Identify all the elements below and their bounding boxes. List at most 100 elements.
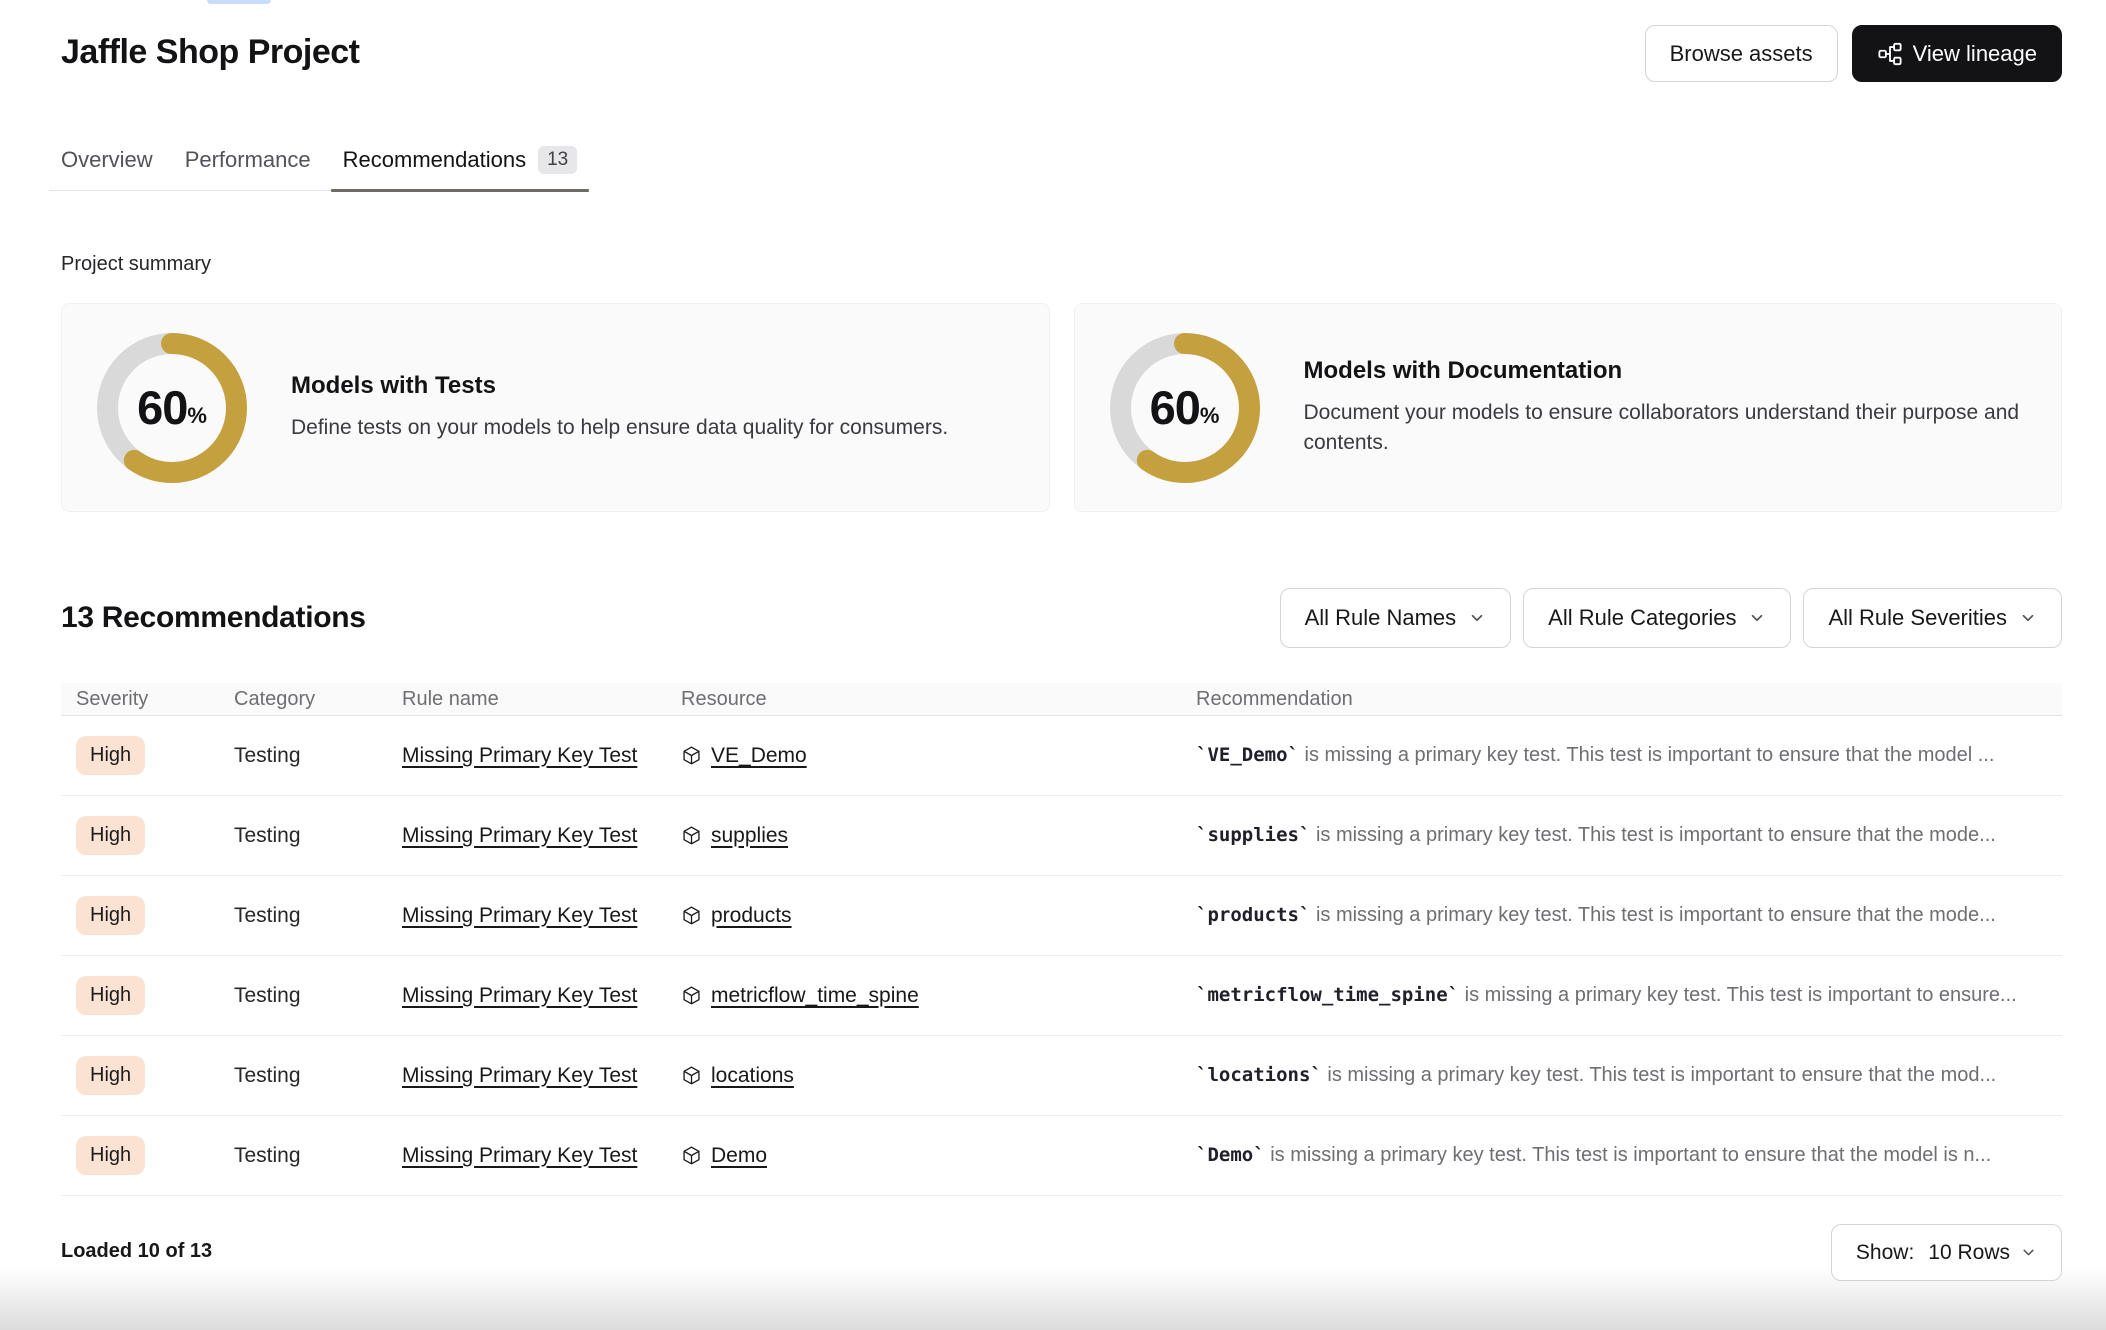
model-cube-icon (681, 745, 702, 766)
rule-name-link[interactable]: Missing Primary Key Test (402, 1144, 637, 1167)
model-cube-icon (681, 985, 702, 1006)
recommendation-text: is missing a primary key test. This test… (1459, 984, 2017, 1006)
page: Jaffle Shop Project Browse assets View (0, 0, 2106, 1330)
recommendation-code: `locations` (1196, 1064, 1322, 1086)
recommendation-cell: `metricflow_time_spine` is missing a pri… (1196, 984, 2062, 1007)
model-cube-icon (681, 905, 702, 926)
recommendation-text: is missing a primary key test. This test… (1265, 1144, 1992, 1166)
tab-recommendations[interactable]: Recommendations 13 (331, 146, 590, 190)
rule-categories-filter-dropdown[interactable]: All Rule Categories (1523, 588, 1791, 648)
rule-names-filter-dropdown[interactable]: All Rule Names (1280, 588, 1512, 648)
recommendation-text: is missing a primary key test. This test… (1299, 744, 1994, 766)
category-cell: Testing (234, 984, 402, 1008)
recommendation-text: is missing a primary key test. This test… (1322, 1064, 1996, 1086)
filter-bar: All Rule Names All Rule Categories All R… (1280, 588, 2062, 648)
severity-badge: High (76, 896, 145, 935)
tab-overview-label: Overview (61, 147, 153, 173)
tab-recommendations-label: Recommendations (343, 147, 526, 173)
browse-assets-label: Browse assets (1670, 41, 1813, 67)
card-description: Define tests on your models to help ensu… (291, 413, 948, 443)
resource-link[interactable]: Demo (711, 1144, 767, 1168)
category-cell: Testing (234, 1144, 402, 1168)
recommendation-cell: `supplies` is missing a primary key test… (1196, 824, 2062, 847)
severity-badge: High (76, 1136, 145, 1175)
model-cube-icon (681, 825, 702, 846)
column-header-resource: Resource (681, 688, 1196, 711)
column-header-recommendation: Recommendation (1196, 688, 2062, 711)
table-row: High Testing Missing Primary Key Test (61, 796, 2062, 876)
chevron-down-icon (1748, 609, 1766, 627)
severity-badge: High (76, 976, 145, 1015)
severity-badge: High (76, 736, 145, 775)
view-lineage-button[interactable]: View lineage (1852, 25, 2062, 82)
column-header-category: Category (234, 688, 402, 711)
recommendation-code: `metricflow_time_spine` (1196, 984, 1459, 1006)
column-header-rule-name: Rule name (402, 688, 681, 711)
recommendation-cell: `Demo` is missing a primary key test. Th… (1196, 1144, 2062, 1167)
table-row: High Testing Missing Primary Key Test (61, 716, 2062, 796)
rule-name-link[interactable]: Missing Primary Key Test (402, 904, 637, 927)
table-row: High Testing Missing Primary Key Test (61, 1036, 2062, 1116)
view-lineage-label: View lineage (1913, 41, 2037, 67)
chevron-down-icon (2020, 1244, 2037, 1261)
rule-severities-filter-dropdown[interactable]: All Rule Severities (1803, 588, 2062, 648)
rule-name-link[interactable]: Missing Primary Key Test (402, 744, 637, 767)
table-row: High Testing Missing Primary Key Test (61, 1116, 2062, 1196)
rule-name-link[interactable]: Missing Primary Key Test (402, 824, 637, 847)
recommendations-count-badge: 13 (538, 146, 577, 174)
rows-per-page-dropdown[interactable]: Show: 10 Rows (1831, 1224, 2062, 1281)
rule-name-link[interactable]: Missing Primary Key Test (402, 984, 637, 1007)
tab-performance-label: Performance (185, 147, 311, 173)
chevron-down-icon (1468, 609, 1486, 627)
table-row: High Testing Missing Primary Key Test (61, 956, 2062, 1036)
recommendation-cell: `VE_Demo` is missing a primary key test.… (1196, 744, 2062, 767)
models-with-documentation-card: 60 % Models with Documentation Document … (1074, 303, 2063, 512)
donut-percent-label: 60 % (97, 333, 247, 483)
recommendations-heading: 13 Recommendations (61, 601, 366, 635)
project-summary-label: Project summary (61, 253, 2062, 276)
recommendation-cell: `locations` is missing a primary key tes… (1196, 1064, 2062, 1087)
loaded-count-label: Loaded 10 of 13 (61, 1240, 212, 1263)
column-header-severity: Severity (76, 688, 234, 711)
recommendation-code: `supplies` (1196, 824, 1310, 846)
resource-link[interactable]: VE_Demo (711, 744, 807, 768)
recommendation-code: `VE_Demo` (1196, 744, 1299, 766)
table-body: High Testing Missing Primary Key Test (61, 716, 2062, 1196)
category-cell: Testing (234, 904, 402, 928)
card-title: Models with Documentation (1304, 357, 2022, 385)
category-cell: Testing (234, 744, 402, 768)
summary-cards: 60 % Models with Tests Define tests on y… (61, 303, 2062, 512)
card-description: Document your models to ensure collabora… (1304, 398, 2022, 458)
tests-donut-chart: 60 % (97, 333, 247, 483)
chevron-down-icon (2019, 609, 2037, 627)
browse-assets-button[interactable]: Browse assets (1645, 25, 1838, 82)
rule-name-link[interactable]: Missing Primary Key Test (402, 1064, 637, 1087)
page-title: Jaffle Shop Project (61, 33, 359, 72)
documentation-donut-chart: 60 % (1110, 333, 1260, 483)
card-title: Models with Tests (291, 372, 948, 400)
page-header: Jaffle Shop Project Browse assets View (61, 0, 2062, 82)
resource-link[interactable]: products (711, 904, 792, 928)
severity-badge: High (76, 1056, 145, 1095)
resource-link[interactable]: metricflow_time_spine (711, 984, 919, 1008)
recommendation-text: is missing a primary key test. This test… (1310, 904, 1995, 926)
severity-badge: High (76, 816, 145, 855)
tab-performance[interactable]: Performance (173, 146, 323, 190)
recommendation-code: `Demo` (1196, 1144, 1265, 1166)
recommendations-table: Severity Category Rule name Resource Rec… (61, 683, 2062, 1196)
tab-bar: Overview Performance Recommendations 13 (49, 146, 589, 191)
recommendation-text: is missing a primary key test. This test… (1310, 824, 1995, 846)
category-cell: Testing (234, 1064, 402, 1088)
recommendation-cell: `products` is missing a primary key test… (1196, 904, 2062, 927)
donut-percent-label: 60 % (1110, 333, 1260, 483)
tab-overview[interactable]: Overview (49, 146, 165, 190)
model-cube-icon (681, 1065, 702, 1086)
resource-link[interactable]: locations (711, 1064, 794, 1088)
models-with-tests-card: 60 % Models with Tests Define tests on y… (61, 303, 1050, 512)
table-header-row: Severity Category Rule name Resource Rec… (61, 683, 2062, 716)
recommendation-code: `products` (1196, 904, 1310, 926)
category-cell: Testing (234, 824, 402, 848)
header-actions: Browse assets View lineage (1645, 25, 2062, 82)
resource-link[interactable]: supplies (711, 824, 788, 848)
table-row: High Testing Missing Primary Key Test (61, 876, 2062, 956)
